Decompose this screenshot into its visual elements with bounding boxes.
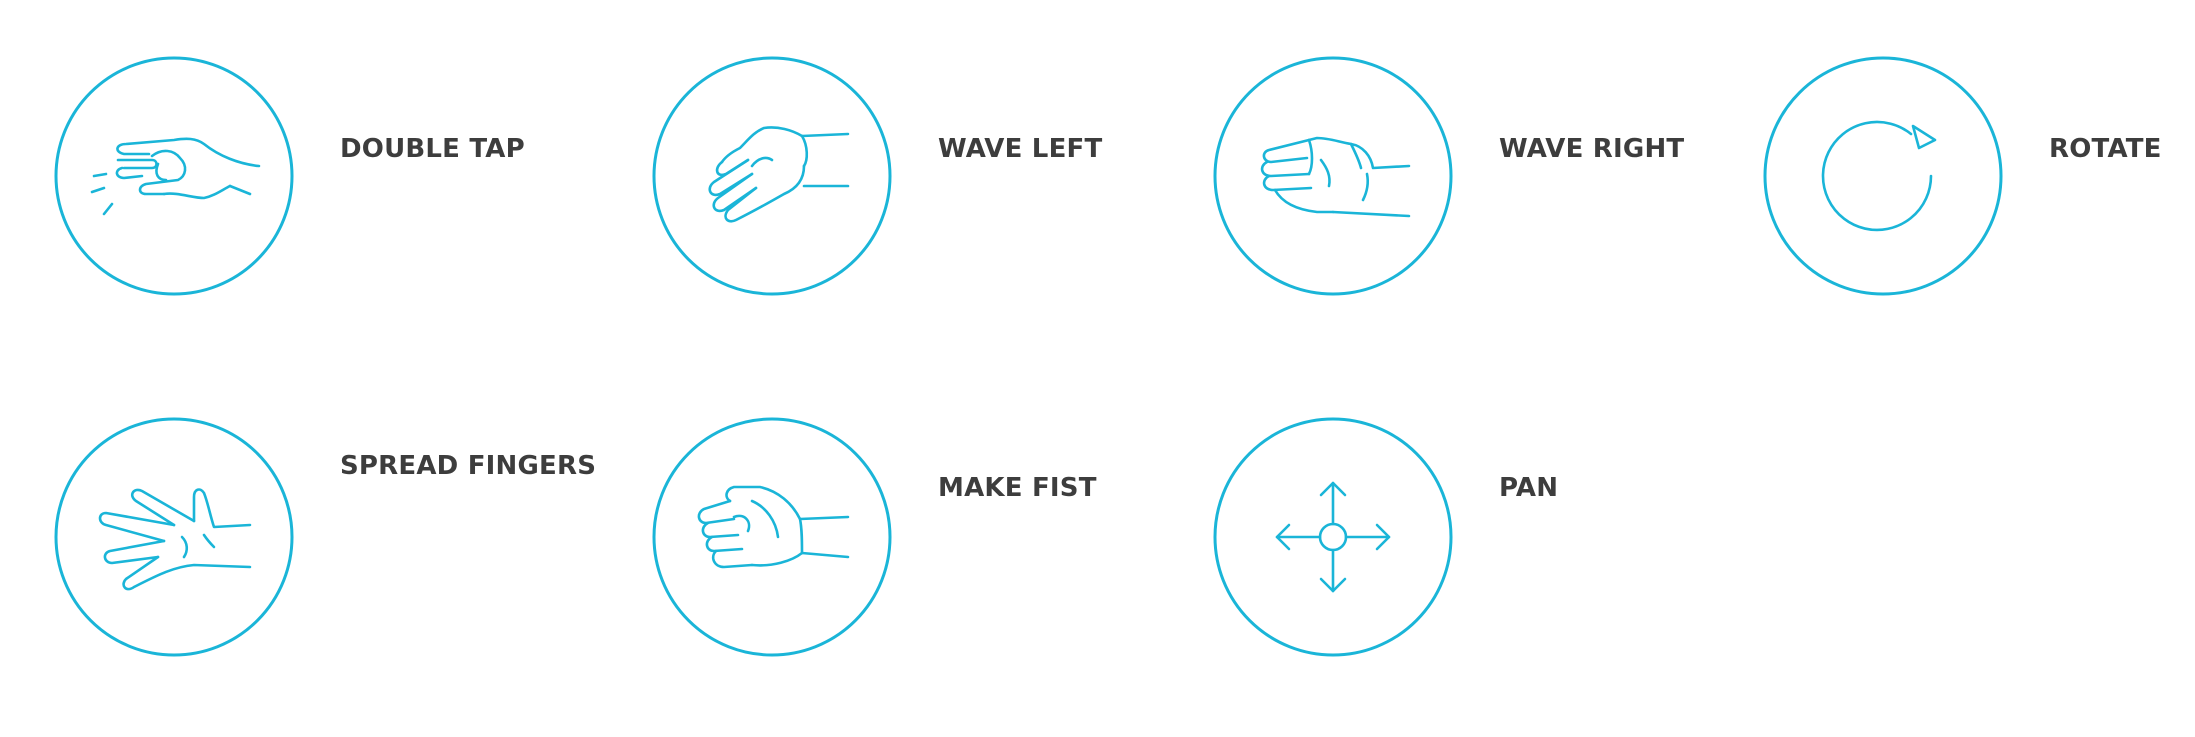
gesture-label: WAVE RIGHT [1499, 134, 1685, 164]
gesture-label: WAVE LEFT [938, 134, 1103, 164]
rotate-arrow-icon [1763, 56, 2003, 296]
gesture-label: DOUBLE TAP [340, 134, 525, 164]
wave-left-hand-icon [652, 56, 892, 296]
spread-fingers-hand-icon [54, 417, 294, 657]
double-tap-hand-icon [54, 56, 294, 296]
gesture-label: SPREAD FINGERS [340, 451, 597, 481]
gesture-label: MAKE FIST [938, 473, 1097, 503]
gesture-label: ROTATE [2049, 134, 2162, 164]
fist-hand-icon [652, 417, 892, 657]
wave-right-hand-icon [1213, 56, 1453, 296]
pan-arrows-icon [1213, 417, 1453, 657]
gesture-label: PAN [1499, 473, 1559, 503]
